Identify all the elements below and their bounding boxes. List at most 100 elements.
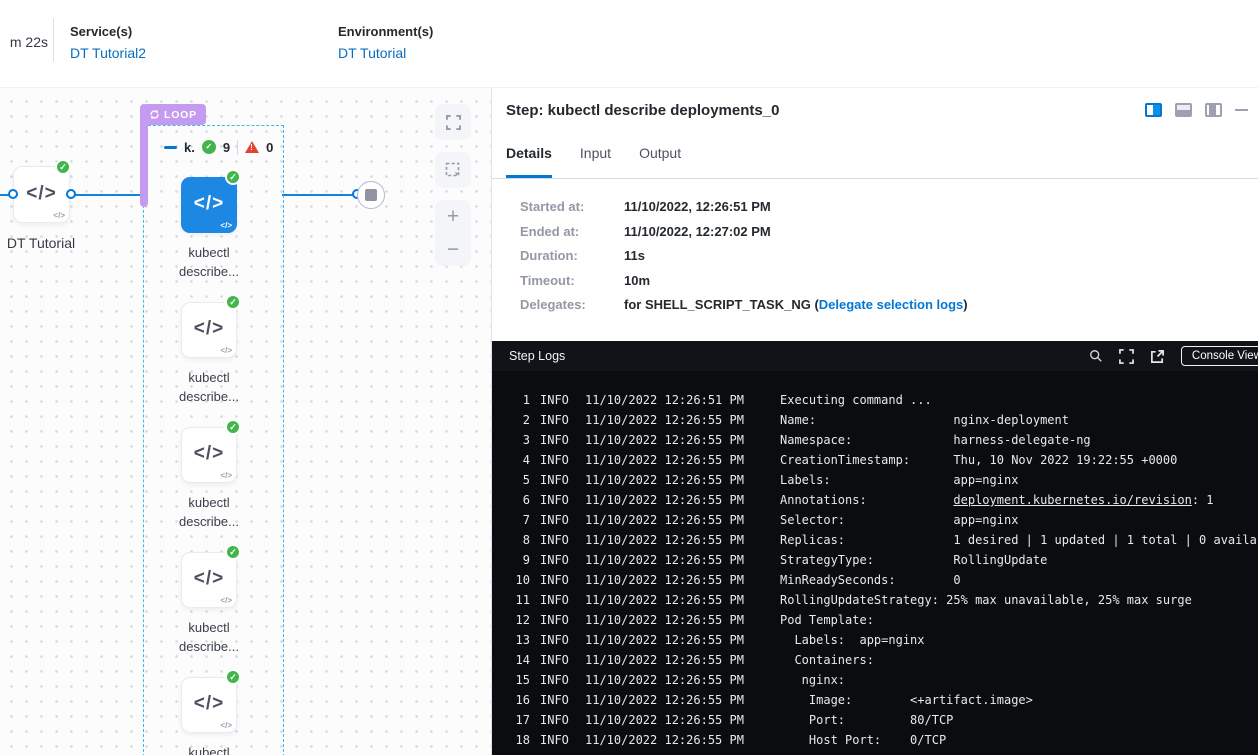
log-timestamp: 11/10/2022 12:26:55 PM [585,710,747,730]
code-icon: </> [182,193,236,215]
log-timestamp: 11/10/2022 12:26:55 PM [585,430,747,450]
log-message-post: : 1 [1192,493,1214,507]
pipeline-canvas[interactable]: </> </> ✓ DT Tutorial LOOP k. ✓ 9 0 [0,88,491,755]
fit-to-screen-button[interactable] [435,104,471,140]
detail-row: Timeout:10m [520,274,968,288]
code-icon: </> [182,693,236,715]
node-label-line: describe... [149,387,269,406]
tabs-divider [492,178,1258,179]
log-message: Image: <+artifact.image> [780,690,1258,710]
detail-value: 10m [624,274,650,288]
external-link-icon [1150,349,1165,364]
collapse-icon[interactable] [164,146,177,149]
tab-output[interactable]: Output [639,145,681,178]
bottom-view-icon[interactable] [1175,103,1192,117]
panel-layout-controls [1145,103,1248,117]
side-view-icon[interactable] [1205,103,1222,117]
log-line-number: 13 [504,630,530,650]
header-divider [53,18,54,62]
step-logs-header: Step Logs [492,341,1258,371]
step-tabs: Details Input Output [506,145,681,178]
step-details-panel: Step: kubectl describe deployments_0 Det… [491,88,1258,755]
minimize-icon[interactable] [1235,109,1248,111]
log-line-number: 6 [504,490,530,510]
log-message: Pod Template: [780,610,1258,630]
log-line: 5INFO11/10/2022 12:26:55 PMLabels: app=n… [504,470,1258,490]
log-timestamp: 11/10/2022 12:26:55 PM [585,670,747,690]
log-line-number: 11 [504,590,530,610]
log-line-number: 3 [504,430,530,450]
detail-label: Timeout: [520,274,624,288]
stop-icon [365,189,377,201]
node-kubectl-describe[interactable]: </> </> [181,677,237,733]
log-message: Name: nginx-deployment [780,410,1258,430]
log-timestamp: 11/10/2022 12:26:55 PM [585,570,747,590]
log-line: 2INFO11/10/2022 12:26:55 PMName: nginx-d… [504,410,1258,430]
log-line-number: 16 [504,690,530,710]
log-level: INFO [540,730,570,750]
log-message: Selector: app=nginx [780,510,1258,530]
log-line-number: 10 [504,570,530,590]
log-timestamp: 11/10/2022 12:26:55 PM [585,590,747,610]
log-message: Labels: app=nginx [780,470,1258,490]
node-kubectl-describe[interactable]: </></> [181,177,237,233]
edge-start-to-loop [71,194,141,196]
environments-block: Environment(s) DT Tutorial [338,24,433,61]
log-level: INFO [540,650,570,670]
log-level: INFO [540,410,570,430]
log-level: INFO [540,670,570,690]
open-logs-new-tab-button[interactable] [1150,349,1165,364]
success-badge-icon: ✓ [225,669,241,685]
service-link[interactable]: DT Tutorial2 [70,45,146,61]
log-timestamp: 11/10/2022 12:26:55 PM [585,510,747,530]
pipeline-duration: m 22s [0,34,48,50]
fullscreen-logs-button[interactable] [1119,349,1134,364]
delegate-selection-logs-link[interactable]: Delegate selection logs [819,297,964,312]
node-stop[interactable] [357,181,385,209]
tab-details[interactable]: Details [506,145,552,178]
log-line: 8INFO11/10/2022 12:26:55 PMReplicas: 1 d… [504,530,1258,550]
log-line: 10INFO11/10/2022 12:26:55 PMMinReadySeco… [504,570,1258,590]
reset-zoom-button[interactable] [435,152,471,188]
success-badge-icon: ✓ [225,169,241,185]
log-message: Executing command ... [780,390,1258,410]
step-logs-body[interactable]: 1INFO11/10/2022 12:26:51 PMExecuting com… [492,371,1258,750]
loop-group-header: k. ✓ 9 0 [164,138,273,156]
failed-count: 0 [266,140,273,155]
log-annotation-link[interactable]: deployment.kubernetes.io/revision [953,493,1191,507]
node-kubectl-describe[interactable]: </></> [181,552,237,608]
split-view-icon[interactable] [1145,103,1162,117]
marquee-select-icon [445,162,461,178]
zoom-in-button[interactable]: + [447,206,459,228]
detail-label: Started at: [520,200,624,214]
loop-badge[interactable]: LOOP [142,104,206,125]
log-timestamp: 11/10/2022 12:26:55 PM [585,690,747,710]
environments-label: Environment(s) [338,24,433,39]
success-badge-icon: ✓ [225,294,241,310]
node-kubectl-describe[interactable]: </></> [181,302,237,358]
search-logs-button[interactable] [1089,349,1103,363]
log-level: INFO [540,390,570,410]
detail-row: Delegates:for SHELL_SCRIPT_TASK_NG (Dele… [520,298,968,312]
fullscreen-icon [1119,349,1134,364]
zoom-out-button[interactable]: − [447,239,459,261]
environment-link[interactable]: DT Tutorial [338,45,433,61]
log-level: INFO [540,550,570,570]
log-message: Annotations: deployment.kubernetes.io/re… [780,490,1258,510]
success-count-icon: ✓ [202,140,216,154]
log-line-number: 2 [504,410,530,430]
log-level: INFO [540,510,570,530]
log-message: Host Port: 0/TCP [780,730,1258,750]
code-mini-icon: </> [220,721,232,730]
log-level: INFO [540,690,570,710]
node-label-line: kubectl [149,743,269,755]
log-timestamp: 11/10/2022 12:26:55 PM [585,610,747,630]
tab-input[interactable]: Input [580,145,611,178]
log-line: 3INFO11/10/2022 12:26:55 PMNamespace: ha… [504,430,1258,450]
log-level: INFO [540,530,570,550]
log-line: 7INFO11/10/2022 12:26:55 PMSelector: app… [504,510,1258,530]
node-kubectl-describe[interactable]: </></> [181,427,237,483]
console-view-button[interactable]: Console View [1181,346,1258,366]
failed-count-icon [245,141,259,153]
log-line: 6INFO11/10/2022 12:26:55 PMAnnotations: … [504,490,1258,510]
